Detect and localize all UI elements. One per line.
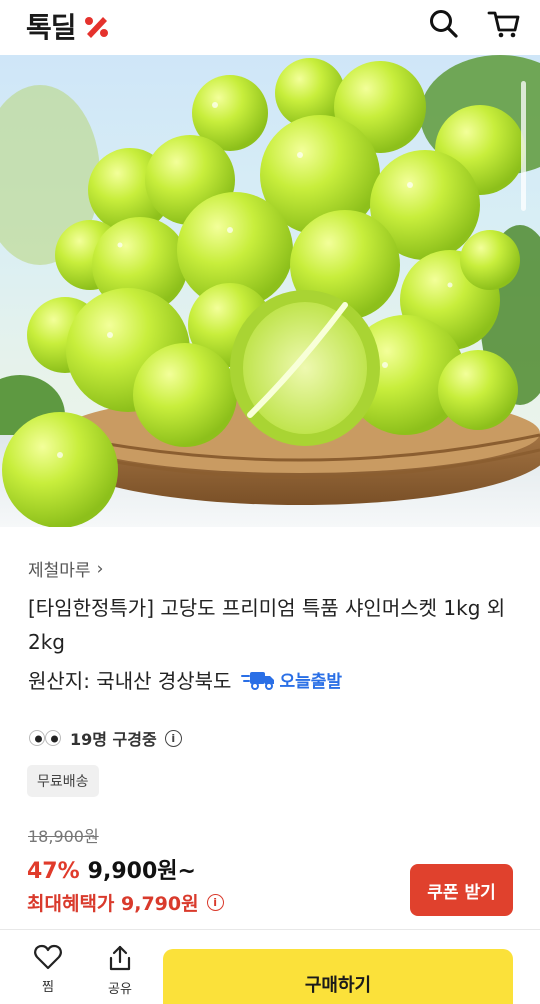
- product-image[interactable]: [0, 55, 540, 527]
- info-icon[interactable]: i: [164, 729, 182, 747]
- price-row: 47% 9,900원~: [27, 853, 196, 885]
- share-label: 공유: [108, 982, 132, 997]
- search-icon: [430, 10, 458, 38]
- buy-button[interactable]: 구매하기: [163, 949, 513, 1004]
- benefit-info-icon[interactable]: i: [206, 894, 224, 911]
- cart-icon: [487, 11, 520, 38]
- seller-name: 제철마루: [28, 561, 91, 581]
- like-button[interactable]: 찜: [20, 944, 76, 995]
- today-shipping-label: 오늘출발: [279, 672, 343, 692]
- grape-illustration: [0, 55, 540, 527]
- discount-rate: 47%: [27, 859, 80, 884]
- coupon-button[interactable]: 쿠폰 받기: [410, 864, 513, 916]
- viewers-row: 19명 구경중 i: [28, 726, 182, 750]
- product-page: 톡딜 제철마루 › [타임한정특가] 고당도 프리미엄 특품 샤인머스켓 1kg…: [0, 0, 540, 1004]
- app-logo[interactable]: 톡딜: [26, 6, 110, 46]
- origin-text: 원산지: 국내산 경상북도: [28, 669, 232, 693]
- today-shipping-badge: 오늘출발: [241, 667, 342, 692]
- percent-mark-icon: [84, 17, 108, 38]
- bottom-action-bar: 찜 공유 구매하기: [0, 929, 540, 1004]
- seller-link[interactable]: 제철마루 ›: [28, 556, 104, 582]
- truck-icon: [241, 671, 275, 690]
- like-label: 찜: [42, 980, 54, 995]
- cart-button[interactable]: [486, 6, 522, 42]
- origin-row: 원산지: 국내산 경상북도 오늘출발: [28, 665, 342, 694]
- eyes-icon: [29, 730, 61, 746]
- free-shipping-badge: 무료배송: [27, 765, 99, 797]
- logo-text: 톡딜: [26, 11, 77, 44]
- original-price: 18,900원: [28, 827, 99, 846]
- heart-icon: [34, 944, 62, 970]
- image-scroll-indicator: [521, 81, 526, 211]
- sale-price: 9,900원~: [87, 859, 196, 884]
- chevron-right-icon: ›: [96, 558, 104, 579]
- product-info: 제철마루 › [타임한정특가] 고당도 프리미엄 특품 샤인머스켓 1kg 외 …: [0, 527, 540, 927]
- share-icon: [109, 945, 131, 971]
- max-benefit-price: 최대혜택가 9,790원 i: [27, 889, 224, 916]
- header-actions: [426, 6, 522, 42]
- top-header: 톡딜: [0, 0, 540, 55]
- product-title: [타임한정특가] 고당도 프리미엄 특품 샤인머스켓 1kg 외 2kg: [28, 596, 506, 654]
- search-button[interactable]: [426, 6, 462, 42]
- viewers-count: 19명 구경중: [70, 730, 157, 749]
- share-button[interactable]: 공유: [92, 944, 148, 997]
- max-benefit-text: 최대혜택가 9,790원: [27, 893, 199, 915]
